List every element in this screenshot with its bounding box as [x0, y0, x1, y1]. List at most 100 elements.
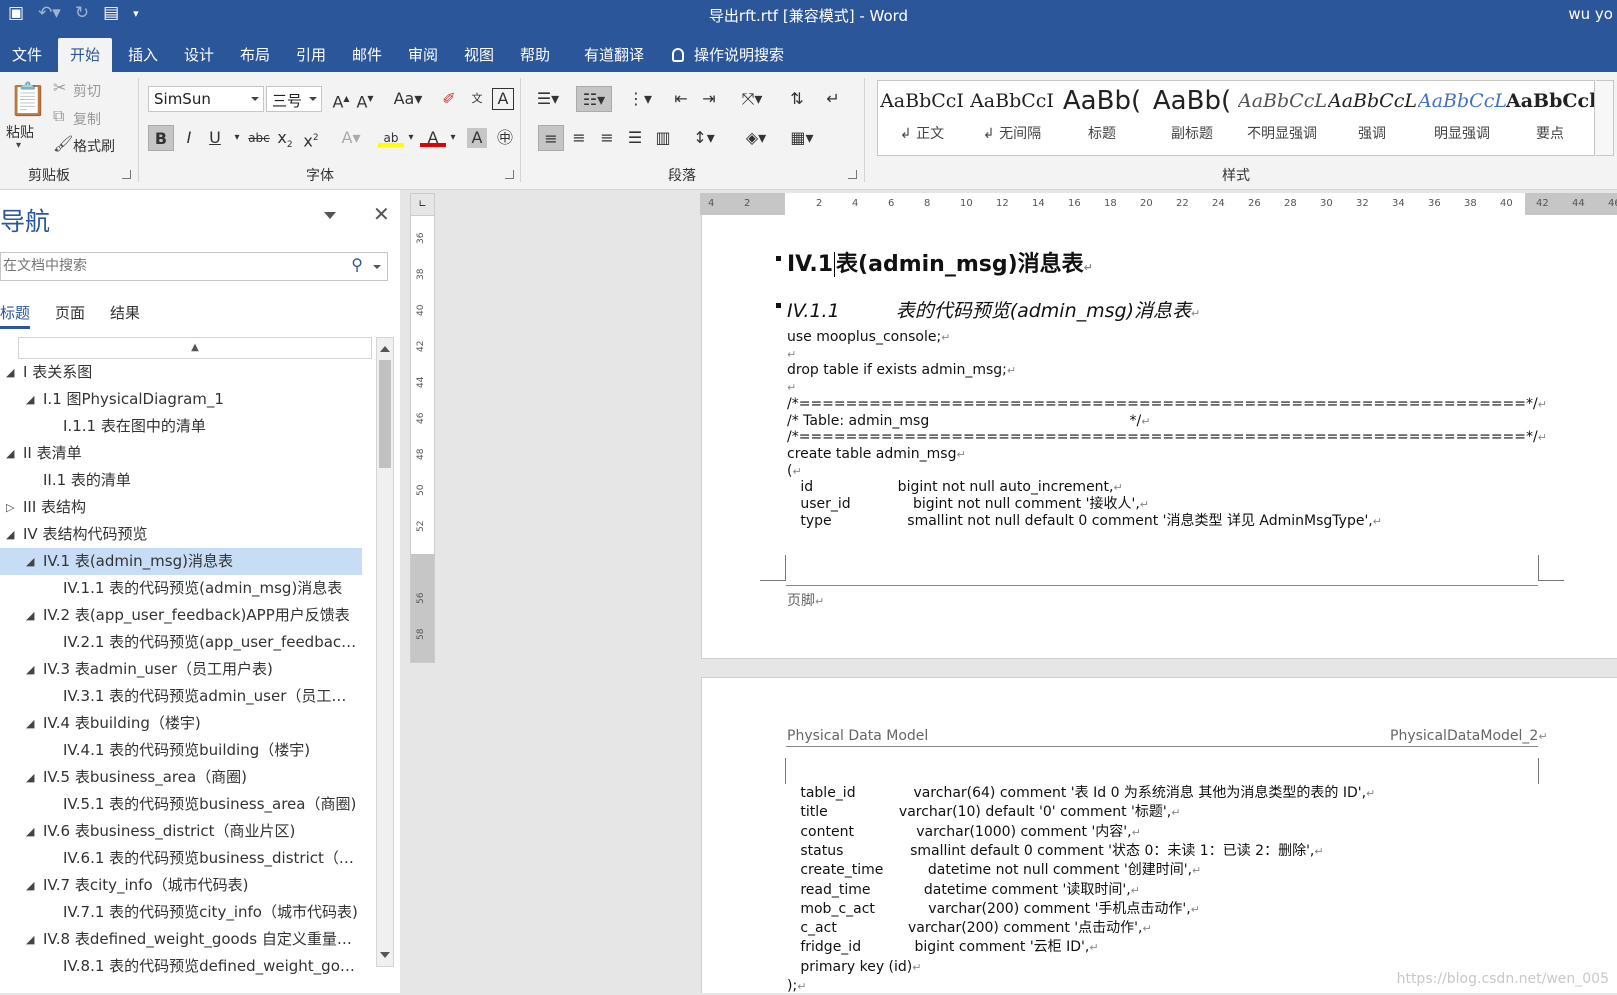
- bullets-icon[interactable]: ☰▾: [530, 86, 566, 112]
- nav-heading-item[interactable]: ◢ IV.5 表business_area（商圈): [0, 764, 372, 791]
- nav-heading-item[interactable]: ◢ I 表关系图: [0, 359, 372, 386]
- collapse-icon[interactable]: ◢: [26, 386, 34, 413]
- nav-heading-item[interactable]: ◢ IV.6 表business_district（商业片区): [0, 818, 372, 845]
- search-dropdown-icon[interactable]: [373, 265, 381, 269]
- align-left-icon[interactable]: ≡: [538, 125, 564, 151]
- text-direction-icon[interactable]: ⤧▾: [734, 86, 770, 112]
- nav-heading-item[interactable]: IV.1.1 表的代码预览(admin_msg)消息表: [0, 575, 372, 602]
- nav-heading-item[interactable]: ◢ IV.8 表defined_weight_goods 自定义重量商...: [0, 926, 372, 953]
- decrease-indent-icon[interactable]: ⇤: [668, 86, 694, 112]
- close-icon[interactable]: ✕: [373, 202, 390, 226]
- font-name-combo[interactable]: SimSun: [148, 86, 264, 112]
- bold-icon[interactable]: B: [148, 125, 174, 151]
- paragraph-launcher-icon[interactable]: [848, 170, 857, 179]
- nav-heading-item[interactable]: ◢ IV.7 表city_info（城市代码表): [0, 872, 372, 899]
- tab-youdao-translate[interactable]: 有道翻译: [572, 38, 656, 72]
- nav-heading-item[interactable]: ◢ IV.2 表(app_user_feedback)APP用户反馈表: [0, 602, 372, 629]
- paste-button[interactable]: 粘贴: [6, 122, 34, 142]
- code-line[interactable]: drop table if exists admin_msg;↵: [787, 362, 1016, 379]
- code-line[interactable]: primary key (id)↵: [787, 959, 921, 976]
- multilevel-list-icon[interactable]: ⋮▾: [622, 86, 658, 112]
- tab-view[interactable]: 视图: [452, 38, 506, 72]
- code-line[interactable]: /*======================================…: [787, 429, 1547, 446]
- clipboard-launcher-icon[interactable]: [122, 170, 131, 179]
- collapse-icon[interactable]: ◢: [6, 521, 14, 548]
- font-size-combo[interactable]: 三号: [266, 86, 322, 112]
- horizontal-ruler[interactable]: 4 2 2 4 6 8 10 12 14 16 18 20 22 24 26 28 30 32 34 36 38 40 42…: [700, 193, 1617, 215]
- scroll-thumb[interactable]: [379, 360, 391, 468]
- tab-file[interactable]: 文件: [0, 38, 54, 72]
- style-title[interactable]: AaBb( 标题: [1058, 85, 1146, 143]
- code-line[interactable]: id bigint not null auto_increment,↵: [787, 479, 1122, 496]
- code-line[interactable]: read_time datetime comment '读取时间',↵: [787, 882, 1140, 899]
- code-line[interactable]: title varchar(10) default '0' comment '标…: [787, 804, 1180, 821]
- code-line[interactable]: use mooplus_console;↵: [787, 329, 950, 346]
- user-name[interactable]: wu yo: [1568, 5, 1613, 23]
- nav-heading-item[interactable]: IV.8.1 表的代码预览defined_weight_good...: [0, 953, 372, 980]
- show-marks-icon[interactable]: ↵: [820, 86, 846, 112]
- collapse-icon[interactable]: ◢: [6, 359, 14, 386]
- collapse-icon[interactable]: ◢: [26, 710, 34, 737]
- code-line[interactable]: table_id varchar(64) comment '表 Id 0 为系统…: [787, 785, 1375, 802]
- collapse-icon[interactable]: ◢: [26, 872, 34, 899]
- code-line[interactable]: user_id bigint not null comment '接收人',↵: [787, 496, 1149, 513]
- nav-heading-item[interactable]: ▷ III 表结构: [0, 494, 372, 521]
- character-border-icon[interactable]: A: [492, 88, 514, 110]
- heading-1[interactable]: IV.1 表(admin_msg)消息表↵: [787, 246, 1093, 278]
- tab-help[interactable]: 帮助: [508, 38, 562, 72]
- code-line[interactable]: c_act varchar(200) comment '点击动作',↵: [787, 920, 1151, 937]
- styles-scroll[interactable]: [1596, 80, 1614, 156]
- cut-button[interactable]: 剪切: [73, 81, 101, 101]
- search-icon[interactable]: ⚲: [351, 255, 363, 274]
- tab-selector-icon[interactable]: ∟: [411, 194, 434, 216]
- distributed-icon[interactable]: ▥: [650, 125, 676, 151]
- borders-icon[interactable]: ▦▾: [784, 125, 820, 151]
- code-line[interactable]: content varchar(1000) comment '内容',↵: [787, 824, 1140, 841]
- collapse-icon[interactable]: ◢: [26, 602, 34, 629]
- tab-references[interactable]: 引用: [284, 38, 338, 72]
- code-line[interactable]: /*======================================…: [787, 396, 1547, 413]
- heading-2[interactable]: IV.1.1 表的代码预览(admin_msg)消息表↵: [787, 296, 1200, 323]
- tab-design[interactable]: 设计: [172, 38, 226, 72]
- footer-label[interactable]: 页脚↵: [787, 590, 824, 610]
- header-right[interactable]: PhysicalDataModel_2↵: [1390, 728, 1548, 744]
- collapse-icon[interactable]: ◢: [6, 440, 14, 467]
- nav-heading-item[interactable]: IV.2.1 表的代码预览(app_user_feedback)...: [0, 629, 372, 656]
- style-subtitle[interactable]: AaBb( 副标题: [1148, 85, 1236, 143]
- tab-home[interactable]: 开始: [58, 38, 113, 72]
- tab-review[interactable]: 审阅: [396, 38, 450, 72]
- collapse-icon[interactable]: ◢: [26, 926, 34, 953]
- style-normal[interactable]: AaBbCcI ↲ 正文: [878, 85, 966, 143]
- nav-heading-item[interactable]: II.1 表的清单: [0, 467, 372, 494]
- style-intense-emphasis[interactable]: AaBbCcL 明显强调: [1418, 85, 1506, 143]
- increase-indent-icon[interactable]: ⇥: [696, 86, 722, 112]
- nav-heading-item[interactable]: ◢ I.1 图PhysicalDiagram_1: [0, 386, 372, 413]
- strikethrough-icon[interactable]: abc: [246, 125, 272, 151]
- tab-results[interactable]: 结果: [110, 302, 140, 323]
- nav-heading-item[interactable]: ◢ II 表清单: [0, 440, 372, 467]
- tab-headings[interactable]: 标题: [0, 302, 31, 329]
- style-strong[interactable]: AaBbCcl 要点: [1506, 85, 1594, 143]
- nav-heading-item[interactable]: IV.6.1 表的代码预览business_district（商...: [0, 845, 372, 872]
- nav-options-icon[interactable]: [324, 212, 336, 219]
- paste-dropdown-icon[interactable]: ▾: [16, 140, 21, 151]
- code-line[interactable]: type smallint not null default 0 comment…: [787, 513, 1382, 530]
- code-line[interactable]: (↵: [787, 463, 802, 480]
- justify-icon[interactable]: ☰: [622, 125, 648, 151]
- grow-font-icon[interactable]: A▲: [328, 86, 354, 112]
- tab-pages[interactable]: 页面: [55, 302, 85, 323]
- code-line[interactable]: /* Table: admin_msg */↵: [787, 413, 1150, 430]
- code-line[interactable]: fridge_id bigint comment '云柜 ID',↵: [787, 939, 1098, 956]
- character-shading-icon[interactable]: A: [467, 128, 487, 148]
- scroll-down-icon[interactable]: [380, 952, 390, 958]
- numbering-icon[interactable]: ☷▾: [576, 86, 612, 112]
- nav-heading-item[interactable]: ◢ IV.1 表(admin_msg)消息表: [0, 548, 362, 575]
- align-center-icon[interactable]: ≡: [566, 125, 592, 151]
- code-line[interactable]: );↵: [787, 978, 806, 995]
- style-subtle-emphasis[interactable]: AaBbCcL 不明显强调: [1238, 85, 1326, 143]
- style-no-spacing[interactable]: AaBbCcI ↲ 无间隔: [968, 85, 1056, 143]
- change-case-icon[interactable]: Aa▾: [390, 86, 426, 112]
- nav-heading-item[interactable]: IV.3.1 表的代码预览admin_user（员工用户...: [0, 683, 372, 710]
- nav-heading-item[interactable]: I.1.1 表在图中的清单: [0, 413, 372, 440]
- collapse-icon[interactable]: ◢: [26, 548, 34, 575]
